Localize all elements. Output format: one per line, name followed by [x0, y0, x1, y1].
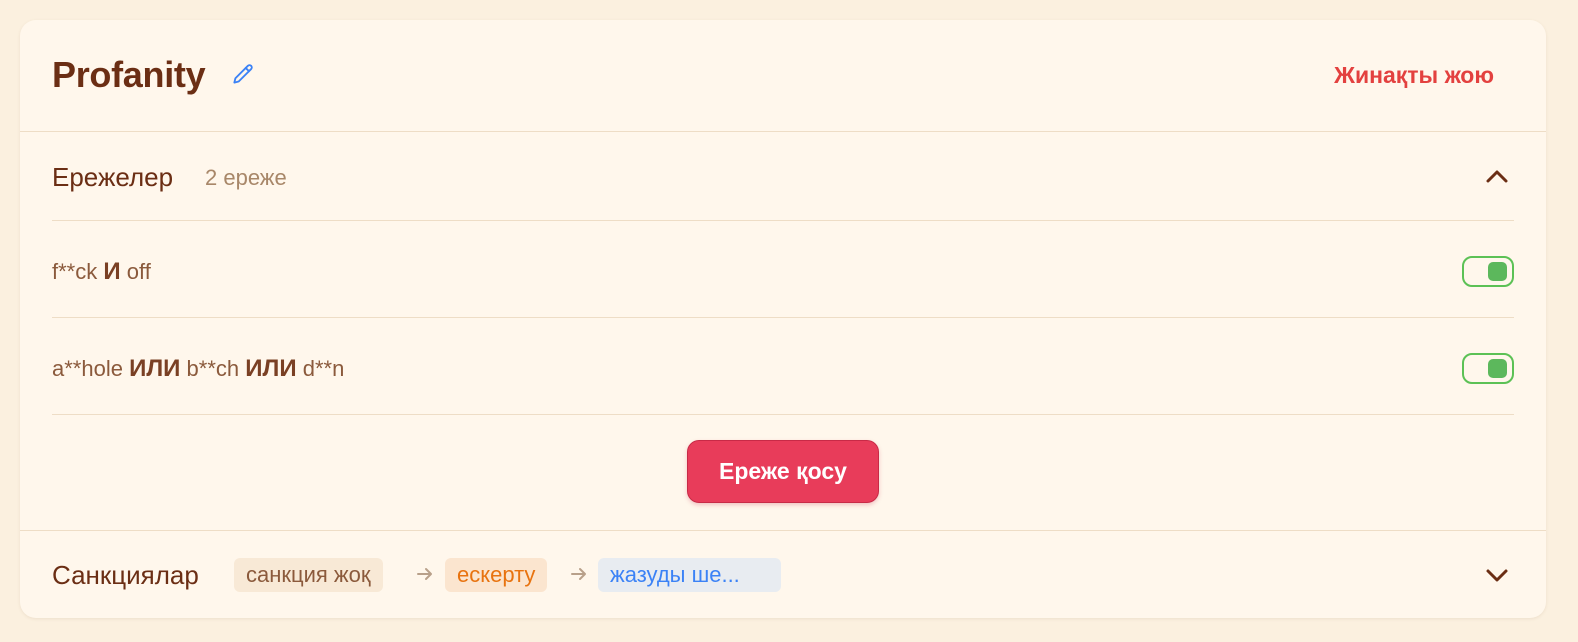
ruleset-card: Profanity Жинақты жою Ережелер 2 ереже f… [20, 20, 1546, 618]
toggle-knob [1488, 262, 1507, 281]
sanction-step-label: ескерту [457, 562, 536, 587]
rules-section-title: Ережелер [52, 162, 174, 192]
sanction-step: санкция жоқ [234, 558, 383, 592]
sanctions-section-header[interactable]: Санкциялар санкция жоқ ескерту жазуды ше… [20, 530, 1546, 618]
rules-section-header[interactable]: Ережелер 2 ереже [52, 132, 1514, 221]
sanction-step: жазуды ше... [598, 558, 781, 592]
rule-term: d**n [302, 356, 345, 381]
rule-row: a**hole ИЛИ b**ch ИЛИ d**n [52, 318, 1514, 415]
arrow-right-icon [415, 564, 435, 584]
chevron-up-icon[interactable] [1482, 162, 1512, 192]
sanction-step-label: жазуды ше... [610, 562, 740, 587]
delete-ruleset-button[interactable]: Жинақты жою [1334, 62, 1494, 89]
rule-term: b**ch [186, 356, 240, 381]
rule-operator: И [103, 258, 121, 285]
rule-term: a**hole [52, 356, 123, 381]
rules-count: 2 ереже [205, 165, 287, 190]
add-rule-area: Ереже қосу [20, 415, 1546, 528]
toggle-knob [1488, 359, 1507, 378]
arrow-right-icon [569, 564, 589, 584]
rule-toggle[interactable] [1462, 256, 1514, 287]
rule-toggle[interactable] [1462, 353, 1514, 384]
add-rule-button[interactable]: Ереже қосу [687, 440, 879, 503]
sanction-step: ескерту [445, 558, 548, 592]
rule-expression: f**ck И off [52, 258, 151, 286]
rule-row: f**ck И off [52, 221, 1514, 318]
rule-operator: ИЛИ [129, 355, 181, 382]
rule-term: f**ck [52, 259, 98, 284]
card-header: Profanity Жинақты жою [20, 20, 1546, 132]
rule-expression: a**hole ИЛИ b**ch ИЛИ d**n [52, 355, 344, 383]
sanctions-section-title: Санкциялар [52, 560, 199, 590]
ruleset-title: Profanity [52, 54, 206, 95]
chevron-down-icon[interactable] [1482, 560, 1512, 590]
rule-term: off [126, 259, 151, 284]
rule-operator: ИЛИ [245, 355, 297, 382]
sanction-step-label: санкция жоқ [246, 562, 371, 587]
pencil-icon[interactable] [230, 62, 256, 88]
